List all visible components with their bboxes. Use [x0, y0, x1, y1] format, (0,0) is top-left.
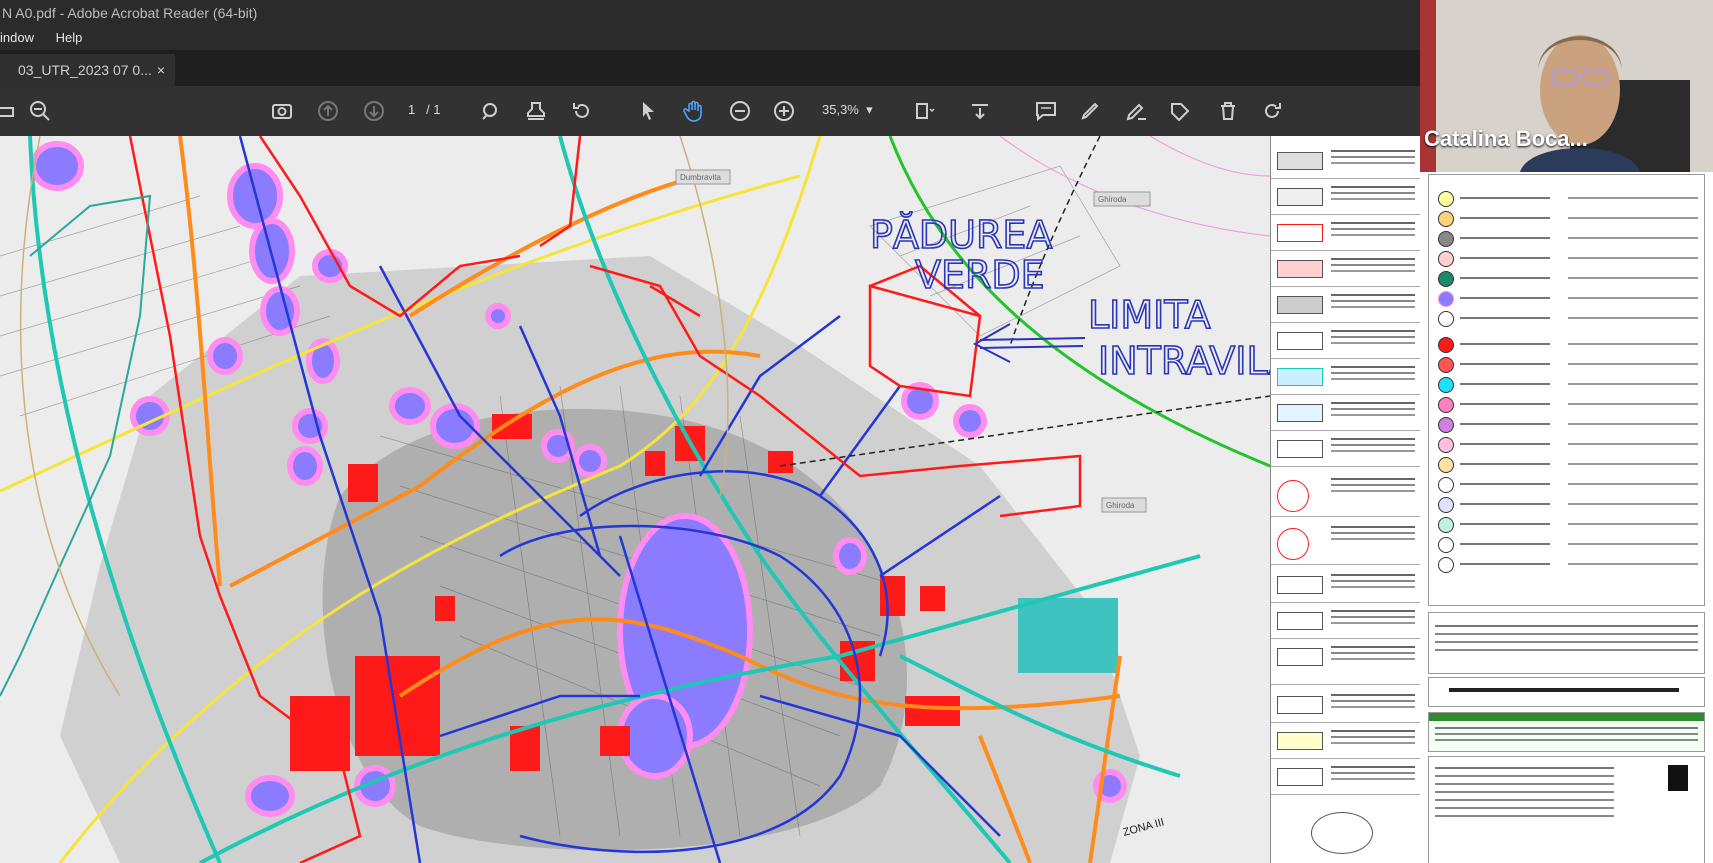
menu-help[interactable]: Help	[56, 26, 83, 50]
scroll-icon[interactable]	[966, 97, 994, 125]
legend-item	[1428, 337, 1703, 353]
legend-item	[1428, 437, 1703, 453]
legend-item	[1428, 231, 1703, 247]
legend-row	[1271, 180, 1420, 215]
legend-item	[1428, 251, 1703, 267]
notes-block	[1428, 612, 1705, 674]
legend-item	[1428, 477, 1703, 493]
scale-bar	[1428, 677, 1705, 707]
toolbar: 1 / 1 35,3% ▾	[0, 86, 1420, 136]
document-tab-label: 03_UTR_2023 07 0...	[18, 62, 152, 78]
marquee-zoom-icon[interactable]	[477, 97, 505, 125]
annotation-intravilan: INTRAVILAN	[1098, 339, 1270, 383]
select-arrow-icon[interactable]	[634, 97, 662, 125]
comment-icon[interactable]	[1032, 97, 1060, 125]
print-icon[interactable]	[0, 97, 20, 125]
menu-window[interactable]: indow	[0, 26, 34, 50]
hand-tool-icon[interactable]	[680, 97, 708, 125]
snapshot-icon[interactable]	[268, 97, 296, 125]
urban-plan-map[interactable]: Dumbravita Ghiroda Ghiroda ZONA III PĂDU…	[0, 136, 1270, 863]
legend-item	[1428, 557, 1703, 573]
legend-document-panel	[1420, 172, 1713, 863]
legend-row	[1271, 802, 1420, 862]
annotation-padurea: PĂDUREA	[870, 212, 1052, 257]
sign-icon[interactable]	[1122, 97, 1150, 125]
pdf-viewer[interactable]: Dumbravita Ghiroda Ghiroda ZONA III PĂDU…	[0, 136, 1420, 863]
close-icon[interactable]: ×	[157, 54, 165, 86]
stamp-icon[interactable]	[522, 97, 550, 125]
next-page-icon[interactable]	[360, 97, 388, 125]
highlight-icon[interactable]	[1076, 97, 1104, 125]
legend-row	[1271, 688, 1420, 723]
legend-row	[1271, 432, 1420, 467]
zoom-out-icon[interactable]	[726, 97, 754, 125]
legend-row	[1271, 520, 1420, 565]
legend-item	[1428, 517, 1703, 533]
label-ghiroda: Ghiroda	[1106, 501, 1135, 510]
legend-item	[1428, 377, 1703, 393]
legend-item	[1428, 311, 1703, 327]
annotation-limita: LIMITA	[1088, 293, 1211, 337]
legend-item	[1428, 417, 1703, 433]
legend-row	[1271, 604, 1420, 639]
participant-name: Catalina Boca...	[1424, 126, 1588, 151]
annotation-verde: VERDE	[915, 253, 1045, 297]
legend-item	[1428, 357, 1703, 373]
webcam-feed: Catalina Boca...	[1420, 0, 1713, 172]
label-dumbravita: Dumbravita	[680, 173, 721, 182]
menu-bar: indow Help	[0, 26, 1420, 50]
legend-row	[1271, 568, 1420, 603]
rotate-icon[interactable]	[568, 97, 596, 125]
document-tab[interactable]: 03_UTR_2023 07 0... ×	[0, 54, 175, 86]
zoom-level[interactable]: 35,3% ▾	[822, 102, 873, 118]
legend-item	[1428, 271, 1703, 287]
zoom-value[interactable]: 35,3%	[822, 102, 859, 117]
edit-icon[interactable]	[1166, 97, 1194, 125]
legend-row	[1271, 760, 1420, 795]
map-legend	[1270, 136, 1420, 863]
legend-item	[1428, 457, 1703, 473]
legend-row	[1271, 144, 1420, 179]
previous-page-icon[interactable]	[314, 97, 342, 125]
tab-bar: 03_UTR_2023 07 0... ×	[0, 50, 1420, 86]
fit-page-icon[interactable]	[910, 97, 938, 125]
legend-row	[1271, 640, 1420, 685]
legend-row	[1271, 324, 1420, 359]
page-total: / 1	[426, 102, 441, 117]
legend-row	[1271, 288, 1420, 323]
title-block-beneficiar	[1428, 712, 1705, 752]
zoom-in-icon[interactable]	[770, 97, 798, 125]
legend-item	[1428, 537, 1703, 553]
legend-item	[1428, 497, 1703, 513]
label-ghiroda-top: Ghiroda	[1098, 195, 1127, 204]
legend-row	[1271, 472, 1420, 517]
legend-row	[1271, 360, 1420, 395]
title-block-contractor	[1428, 756, 1705, 863]
legend-row	[1271, 396, 1420, 431]
redo-icon[interactable]	[1258, 97, 1286, 125]
zoom-out-magnifier-icon[interactable]	[26, 97, 54, 125]
legend-row	[1271, 216, 1420, 251]
legend-item	[1428, 291, 1703, 307]
window-title: N A0.pdf - Adobe Acrobat Reader (64-bit)	[0, 0, 1420, 26]
legend-item	[1428, 211, 1703, 227]
page-indicator[interactable]: 1 / 1	[408, 102, 441, 117]
page-current[interactable]: 1	[408, 102, 415, 117]
legend-item	[1428, 397, 1703, 413]
delete-icon[interactable]	[1214, 97, 1242, 125]
legend-item	[1428, 191, 1703, 207]
legend-row	[1271, 724, 1420, 759]
legend-row	[1271, 252, 1420, 287]
